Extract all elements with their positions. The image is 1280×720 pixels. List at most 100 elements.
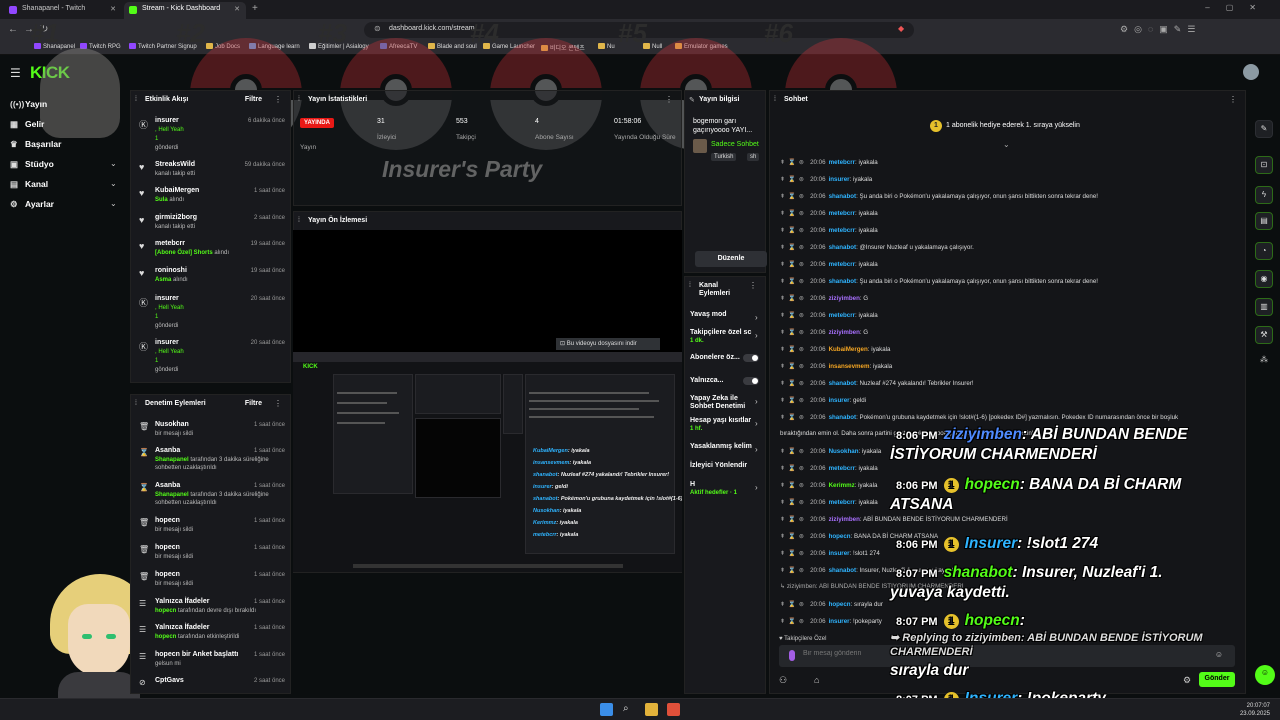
moderation-tools-icon[interactable]: ⇞⌛⊚ xyxy=(780,363,807,370)
chat-message[interactable]: ⇞⌛⊚ 20:06 shanabot: @Insurer Nuzleaf u yak… xyxy=(780,243,1235,251)
moderation-tools-icon[interactable]: ⇞⌛⊚ xyxy=(780,533,807,540)
drag-handle-icon[interactable]: ✎ xyxy=(689,96,695,104)
event-username[interactable]: insurer xyxy=(155,295,179,302)
chat-message[interactable]: ⇞⌛⊚ 20:06 metebcrr: iyakala xyxy=(780,311,1235,319)
search-icon[interactable]: ⌕ xyxy=(623,703,636,716)
moderation-tools-icon[interactable]: ⇞⌛⊚ xyxy=(780,567,807,574)
message-username[interactable]: shanabot xyxy=(829,278,857,285)
moderation-tools-icon[interactable]: ⇞⌛⊚ xyxy=(780,244,807,251)
chevron-right-icon[interactable]: › xyxy=(755,397,758,406)
channel-action-item[interactable]: Yapay Zeka ile Sohbet Denetimi xyxy=(690,395,762,411)
message-username[interactable]: shanabot xyxy=(829,244,857,251)
message-username[interactable]: shanabot xyxy=(829,414,857,421)
profile-avatar[interactable] xyxy=(1243,64,1259,80)
filter-button[interactable]: Filtre xyxy=(245,400,262,407)
more-icon[interactable]: ⋮ xyxy=(665,95,673,104)
sidebar-item-gelir[interactable]: ▦ Gelir xyxy=(10,119,44,130)
back-icon[interactable]: ← xyxy=(8,24,18,35)
site-info-icon[interactable]: ⊜ xyxy=(374,24,381,33)
moderation-target[interactable]: Asanba xyxy=(155,482,180,489)
moderation-tools-icon[interactable]: ⇞⌛⊚ xyxy=(780,159,807,166)
message-username[interactable]: metebcrr xyxy=(829,210,855,217)
activity-event[interactable]: Ⓚinsurer , Hell Yeah 1 gönderdi 20 saat önce xyxy=(137,295,287,335)
moderation-event[interactable]: ⌛ Asanba Shanapanel tarafından 3 dakika sü… xyxy=(137,482,287,508)
tab-kick-dashboard[interactable]: Stream - Kick Dashboard ✕ xyxy=(124,2,246,19)
download-video-button[interactable]: ⊡ Bu videoyu dosyasını indir xyxy=(556,338,660,350)
scan-icon[interactable]: ⊡ xyxy=(1255,156,1273,174)
moderation-tools-icon[interactable]: ⇞⌛⊚ xyxy=(780,397,807,404)
chat-message[interactable]: ⇞⌛⊚ 20:06 insansevmem: iyakala xyxy=(780,362,1235,370)
moderation-event[interactable]: 🗑 Nusokhan bir mesajı sildi 1 saat önce xyxy=(137,421,287,447)
message-username[interactable]: shanabot xyxy=(829,567,857,574)
moderation-tools-icon[interactable]: ⇞⌛⊚ xyxy=(780,278,807,285)
window-controls[interactable]: –▢✕ xyxy=(1205,3,1272,12)
moderation-tools-icon[interactable]: ⇞⌛⊚ xyxy=(780,312,807,319)
moderation-tools-icon[interactable]: ⇞⌛⊚ xyxy=(780,550,807,557)
moderation-tools-icon[interactable]: ⇞⌛⊚ xyxy=(780,618,807,625)
tab-twitch[interactable]: Shanapanel - Twitch ✕ xyxy=(4,2,122,19)
message-username[interactable]: insurer xyxy=(829,618,850,625)
moderation-target[interactable]: hopecn xyxy=(155,571,180,578)
message-username[interactable]: metebcrr xyxy=(829,312,855,319)
event-username[interactable]: metebcrr xyxy=(155,240,185,247)
file-explorer-icon[interactable] xyxy=(645,703,658,716)
chat-message[interactable]: ⇞⌛⊚ 20:06 metebcrr: iyakala xyxy=(780,209,1235,217)
moderation-target[interactable]: Yalnızca İfadeler xyxy=(155,598,209,605)
moderation-target[interactable]: hopecn xyxy=(155,544,180,551)
filter-button[interactable]: Filtre xyxy=(245,96,262,103)
moderation-target[interactable]: hopecn bir Anket başlattı xyxy=(155,651,238,658)
activity-event[interactable]: Ⓚinsurer , Hell Yeah 1 gönderdi 20 saat önce xyxy=(137,339,287,379)
event-username[interactable]: StreaksWild xyxy=(155,161,195,168)
new-tab-button[interactable]: + xyxy=(252,3,258,14)
event-username[interactable]: roninoshi xyxy=(155,267,187,274)
sidebar-item-kanal[interactable]: ▤ Kanal xyxy=(10,179,48,190)
moderation-target[interactable]: Asanba xyxy=(155,447,180,454)
drag-handle-icon[interactable]: ⁞ xyxy=(298,217,300,224)
chat-message[interactable]: ⇞⌛⊚ 20:06 metebcrr: iyakala xyxy=(780,226,1235,234)
category-name[interactable]: Sadece Sohbet xyxy=(711,141,759,148)
drag-handle-icon[interactable]: ⁞ xyxy=(774,96,776,103)
emote-icon[interactable] xyxy=(789,650,795,661)
message-username[interactable]: metebcrr xyxy=(829,261,855,268)
chat-message[interactable]: ⇞⌛⊚ 20:06 metebcrr: iyakala xyxy=(780,498,1235,506)
sidebar-item-basarilar[interactable]: ♛ Başarılar xyxy=(10,139,61,150)
moderation-event[interactable]: ⊘ CptGavs 2 saat önce xyxy=(137,677,287,693)
chat-settings-icon[interactable]: ⚇ xyxy=(779,675,787,686)
message-username[interactable]: ziziyimben xyxy=(829,516,860,523)
moderation-event[interactable]: ☰ hopecn bir Anket başlattı gelsun mi 1 saa… xyxy=(137,651,287,677)
extension-icons[interactable]: ⚙◎◌▣✎☰ xyxy=(1120,24,1201,35)
message-username[interactable]: shanabot xyxy=(829,380,857,387)
moderation-event[interactable]: 🗑 hopecn bir mesajı sildi 1 saat önce xyxy=(137,517,287,543)
chevron-right-icon[interactable]: › xyxy=(755,445,758,454)
edit-stream-info-button[interactable]: Düzenle xyxy=(695,251,767,267)
channel-action-item[interactable]: Takipçilere özel sc 1 dk. xyxy=(690,329,762,345)
drag-handle-icon[interactable]: ⁞ xyxy=(298,96,300,103)
message-username[interactable]: metebcrr xyxy=(829,227,855,234)
nodes-icon[interactable]: ⁂ xyxy=(1255,352,1273,370)
chat-input-box[interactable]: ☺ xyxy=(779,645,1235,667)
chevron-right-icon[interactable]: › xyxy=(755,313,758,322)
moderation-tools-icon[interactable]: ⇞⌛⊚ xyxy=(780,176,807,183)
gear-icon[interactable]: ⚙ xyxy=(1183,675,1191,686)
moderation-target[interactable]: hopecn xyxy=(155,517,180,524)
close-tab-icon[interactable]: ✕ xyxy=(110,5,116,13)
drag-handle-icon[interactable]: ⁞ xyxy=(135,400,137,407)
more-icon[interactable]: ⋮ xyxy=(749,281,757,290)
menu-icon[interactable]: ☰ xyxy=(10,66,21,80)
sidebar-item-yayin[interactable]: ((•))Yayın xyxy=(10,99,47,109)
moderation-event[interactable]: 🗑 hopecn bir mesajı sildi 1 saat önce xyxy=(137,544,287,570)
moderation-target[interactable]: Yalnızca İfadeler xyxy=(155,624,209,631)
chevron-down-icon[interactable]: ⌄ xyxy=(110,199,117,208)
moderation-tools-icon[interactable]: ⇞⌛⊚ xyxy=(780,329,807,336)
clipboard-icon[interactable]: ▤ xyxy=(1255,212,1273,230)
chat-message[interactable]: ⇞⌛⊚ 20:06 shanabot: Şu anda biri o Pokémon… xyxy=(780,277,1235,285)
channel-action-item[interactable]: Hesap yaşı kısıtlar 1 hf. xyxy=(690,417,762,433)
system-clock[interactable]: 20:07:07 23.09.2025 xyxy=(1240,702,1270,718)
chevron-right-icon[interactable]: › xyxy=(755,419,758,428)
message-username[interactable]: insurer xyxy=(829,176,850,183)
sidebar-item-studyo[interactable]: ▣ Stüdyo xyxy=(10,159,54,170)
toggle-switch[interactable] xyxy=(743,377,759,385)
moderation-tools-icon[interactable]: ⇞⌛⊚ xyxy=(780,193,807,200)
chevron-right-icon[interactable]: › xyxy=(755,483,758,492)
message-username[interactable]: KubaiMergen xyxy=(829,346,868,353)
